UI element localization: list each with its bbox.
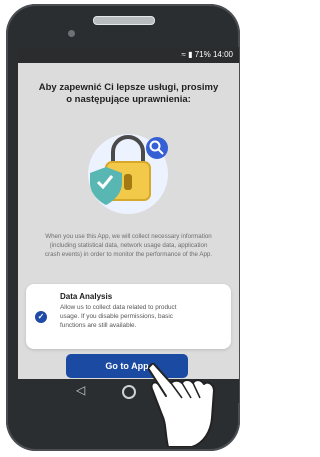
wifi-icon: ≈ <box>181 50 186 59</box>
phone-top-bezel <box>6 4 240 50</box>
permission-title: Data Analysis <box>60 292 113 301</box>
phone-screen: ≈ ▮ 71% 14:00 Aby zapewnić Ci lepsze usł… <box>18 47 239 403</box>
speaker-grille <box>93 16 155 25</box>
permission-description: Allow us to collect data related to prod… <box>60 304 177 329</box>
search-icon <box>146 137 168 159</box>
checkmark-icon[interactable]: ✓ <box>35 311 47 323</box>
security-illustration <box>88 134 168 214</box>
back-icon[interactable]: ◁ <box>76 383 85 397</box>
home-icon[interactable] <box>122 385 136 399</box>
status-text: 71% 14:00 <box>194 50 233 59</box>
front-camera <box>68 30 75 37</box>
title-line-2: o następujące uprawnienia: <box>66 94 191 105</box>
permission-title: Aby zapewnić Ci lepsze usługi, prosimy o… <box>30 82 227 106</box>
status-bar: ≈ ▮ 71% 14:00 <box>18 47 239 63</box>
signal-icon: ▮ <box>188 50 193 59</box>
title-line-1: Aby zapewnić Ci lepsze usługi, prosimy <box>38 82 219 93</box>
data-analysis-card[interactable]: ✓ Data Analysis Allow us to collect data… <box>26 284 231 349</box>
privacy-info-text: When you use this App, we will collect n… <box>44 233 213 258</box>
hand-pointer-icon <box>148 363 215 447</box>
